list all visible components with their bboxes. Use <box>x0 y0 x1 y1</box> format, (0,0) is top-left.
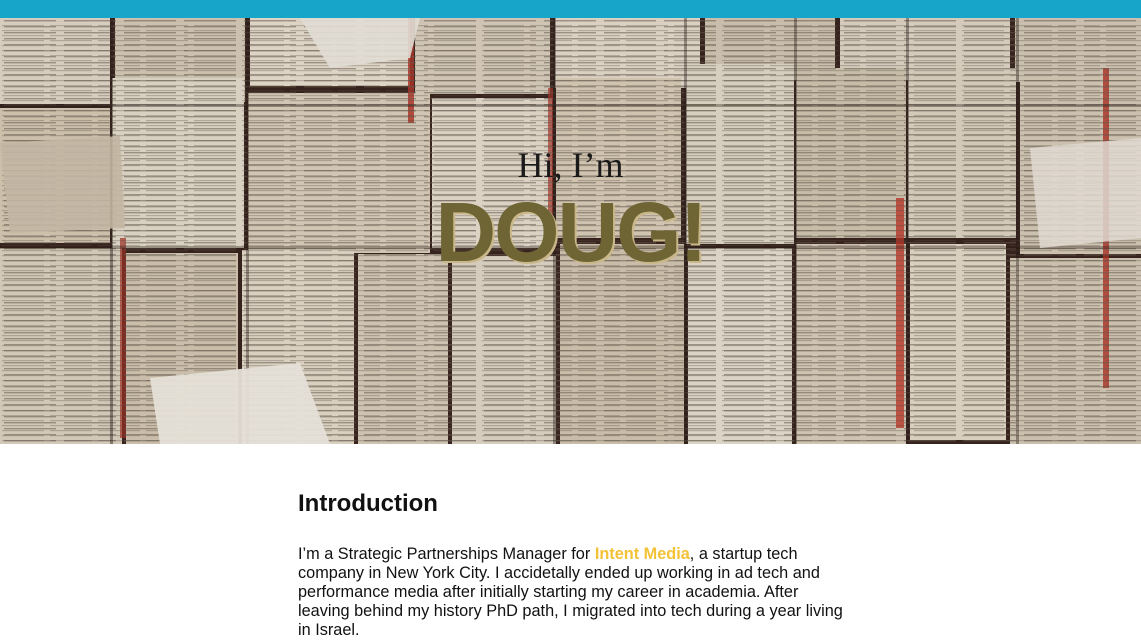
intro-title: Introduction <box>298 490 438 517</box>
intro-paragraph: I’m a Strategic Partnerships Manager for… <box>298 545 843 640</box>
intent-media-link[interactable]: Intent Media <box>595 545 690 563</box>
hero-banner: Hi, I’m DOUG! <box>0 18 1141 444</box>
hero-name: DOUG! <box>435 185 708 279</box>
top-accent-bar <box>0 0 1141 18</box>
intro-text-before-link: I’m a Strategic Partnerships Manager for <box>298 545 595 563</box>
intro-section: Introduction I’m a Strategic Partnership… <box>298 490 843 640</box>
hero-greeting: Hi, I’m <box>517 145 624 185</box>
